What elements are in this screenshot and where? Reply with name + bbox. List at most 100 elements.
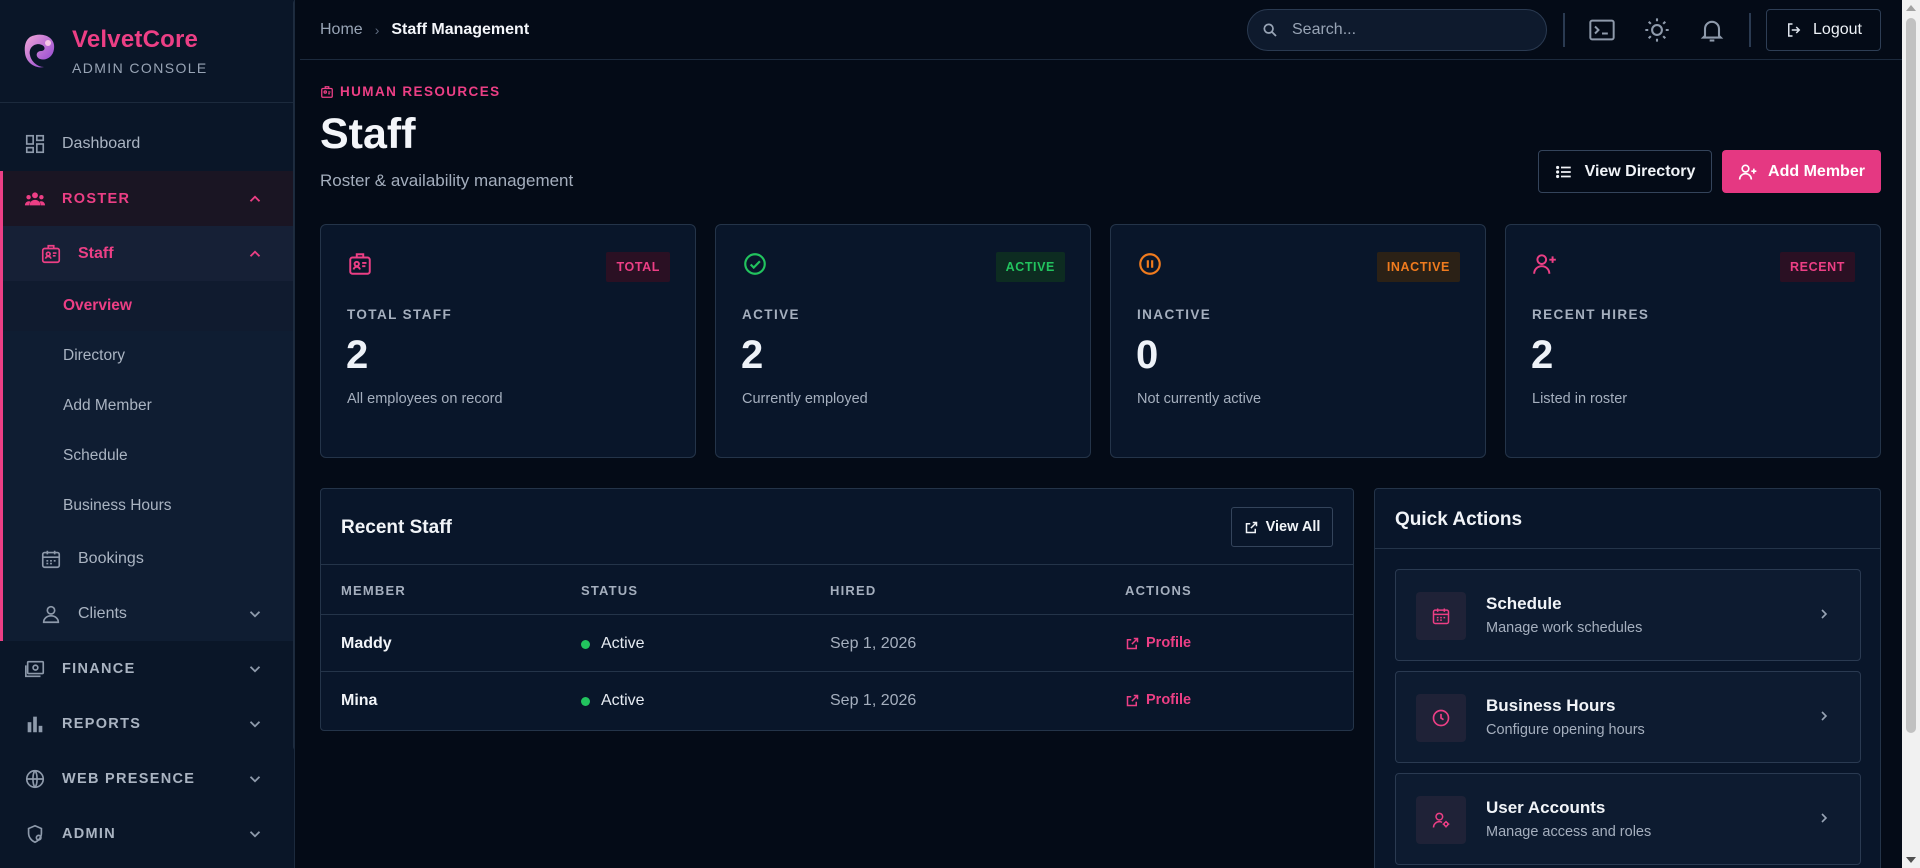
external-link-icon [1126,694,1139,706]
profile-link[interactable]: Profile [1125,692,1191,708]
recent-staff-header: Recent Staff View All [321,489,1353,565]
chevron-right-icon [1821,711,1828,721]
sidebar-section-reports[interactable]: REPORTS [0,696,294,751]
status-dot-icon [581,639,590,649]
stat-value: 2 [346,333,369,377]
sidebar-item-schedule[interactable]: Schedule [3,431,294,481]
view-all-button[interactable]: View All [1231,507,1333,547]
terminal-icon[interactable] [1588,16,1616,44]
sidebar-item-label: Clients [78,604,127,622]
sidebar-item-add-member[interactable]: Add Member [3,381,294,431]
user-cog-icon [1432,812,1450,828]
globe-icon [25,769,45,788]
scroll-down-icon[interactable] [1906,857,1916,863]
hired-date: Sep 1, 2026 [830,692,917,709]
user-icon [42,605,60,623]
sun-icon[interactable] [1643,16,1671,44]
breadcrumb-separator-icon: › [374,22,380,38]
check-circle-icon [744,253,766,275]
breadcrumb-current: Staff Management [391,21,530,38]
quick-actions-header: Quick Actions [1375,489,1880,549]
section-eyebrow: HUMAN RESOURCES [320,84,501,99]
quick-action-user-accounts[interactable]: User Accounts Manage access and roles [1395,773,1861,865]
sidebar-item-clients[interactable]: Clients [3,586,294,641]
brand-name: VelvetCore [72,26,199,53]
status-dot-icon [581,696,590,706]
stat-label: INACTIVE [1137,307,1212,322]
logout-button[interactable]: Logout [1766,9,1881,51]
scroll-up-icon[interactable] [1906,5,1916,11]
quick-action-title: User Accounts [1486,798,1606,817]
stat-value: 2 [741,333,764,377]
sidebar-item-label: Dashboard [62,134,141,152]
breadcrumb-home[interactable]: Home [320,21,363,39]
column-header-status: STATUS [581,583,639,598]
chevron-right-icon [1821,609,1828,619]
stat-label: RECENT HIRES [1532,307,1650,322]
status-badge: TOTAL [606,252,670,282]
sidebar-section-label: WEB PRESENCE [62,770,196,787]
sidebar-section-label: ROSTER [62,190,131,207]
quick-action-description: Manage access and roles [1486,824,1652,840]
brand[interactable]: VelvetCore ADMIN CONSOLE [0,0,294,103]
page-subtitle: Roster & availability management [320,171,574,190]
status-badge: INACTIVE [1376,252,1460,282]
calendar-icon [41,550,61,568]
sidebar-section-label: REPORTS [62,715,142,732]
sidebar-item-dashboard[interactable]: Dashboard [0,116,294,171]
stat-description: Not currently active [1137,391,1262,407]
brand-subtitle: ADMIN CONSOLE [72,60,208,76]
sidebar: VelvetCore ADMIN CONSOLE Dashboard ROSTE… [0,0,295,868]
user-plus-icon [1533,254,1556,274]
external-link-icon [1245,521,1257,533]
sidebar-item-staff[interactable]: Staff [3,226,294,281]
shield-gear-icon [27,824,43,843]
quick-action-schedule[interactable]: Schedule Manage work schedules [1395,569,1861,661]
sidebar-scrollbar[interactable] [293,0,294,750]
add-member-button[interactable]: Add Member [1722,150,1881,193]
sidebar-item-label: Bookings [78,549,144,567]
sidebar-item-directory[interactable]: Directory [3,331,294,381]
sidebar-section-roster[interactable]: ROSTER [3,171,294,226]
clock-icon [1432,709,1450,727]
sidebar-section-label: FINANCE [62,660,136,677]
sidebar-section-web-presence[interactable]: WEB PRESENCE [0,751,294,806]
column-header-actions: ACTIONS [1125,583,1192,598]
bar-chart-icon [27,716,43,732]
topbar-divider [1563,13,1565,47]
chevron-down-icon [249,720,261,728]
dashboard-icon [25,134,45,153]
scrollbar-thumb[interactable] [1906,18,1916,733]
profile-link[interactable]: Profile [1125,635,1191,651]
quick-action-icon-box [1416,592,1466,640]
quick-action-business-hours[interactable]: Business Hours Configure opening hours [1395,671,1861,763]
stat-description: All employees on record [347,391,503,407]
sidebar-item-bookings[interactable]: Bookings [3,531,294,586]
quick-actions-panel: Quick Actions Schedule Manage work sched… [1374,488,1881,868]
search-input[interactable] [1292,21,1522,39]
quick-actions-title: Quick Actions [1395,509,1523,530]
sidebar-item-label: Staff [78,244,114,262]
sidebar-section-finance[interactable]: FINANCE [0,641,294,696]
status-badge: ACTIVE [995,252,1065,282]
quick-action-description: Configure opening hours [1486,722,1645,738]
sidebar-section-admin[interactable]: ADMIN [0,806,294,861]
sidebar-item-overview[interactable]: Overview [3,281,294,331]
stat-label: ACTIVE [742,307,800,322]
page-scrollbar[interactable] [1902,0,1920,868]
topbar: Home › Staff Management Logout [300,0,1902,60]
member-name[interactable]: Maddy [341,635,392,653]
chevron-down-icon [249,775,261,783]
topbar-divider [1749,13,1751,47]
stat-description: Listed in roster [1532,391,1628,407]
search-box[interactable] [1247,9,1547,51]
id-badge-icon [321,85,333,98]
bell-icon[interactable] [1698,16,1726,44]
search-icon [1263,23,1277,37]
quick-action-icon-box [1416,694,1466,742]
view-directory-button[interactable]: View Directory [1538,150,1712,193]
money-icon [25,660,45,677]
logout-label: Logout [1813,21,1862,38]
sidebar-item-business-hours[interactable]: Business Hours [3,481,294,531]
member-name[interactable]: Mina [341,692,377,710]
